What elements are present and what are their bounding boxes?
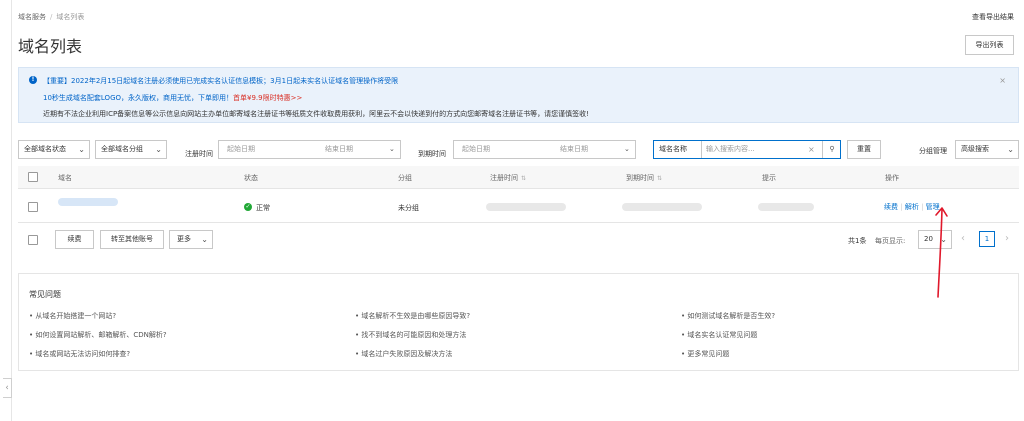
search-input[interactable]: 输入搜索内容... — [706, 141, 755, 158]
transfer-account-button[interactable]: 转至其他账号 — [100, 230, 164, 249]
notice-banner: ! 【重要】2022年2月15日起域名注册必须使用已完成实名认证信息模板；3月1… — [18, 67, 1019, 123]
select-all-checkbox[interactable] — [28, 172, 38, 182]
breadcrumb-current: 域名列表 — [56, 13, 85, 21]
advanced-search-select[interactable]: 高级搜索 ⌄ — [955, 140, 1019, 159]
notice-promo-text[interactable]: 10秒生成域名配套LOGO，永久版权，商用无忧，下单即用！首单¥9.9限时特惠>… — [43, 93, 302, 103]
col-hint: 提示 — [762, 174, 776, 182]
domain-name-redacted[interactable] — [58, 198, 118, 206]
reset-button[interactable]: 重置 — [847, 140, 881, 159]
chevron-down-icon: ⌄ — [78, 145, 85, 154]
chevron-down-icon: ⌄ — [1007, 145, 1014, 154]
search-type-select[interactable]: 域名名称 — [654, 141, 702, 158]
sort-icon[interactable]: ⇅ — [657, 175, 662, 182]
faq-item[interactable]: • 如何设置网站解析、邮箱解析、CDN解析? — [29, 330, 167, 340]
col-reg-time-label: 注册时间 — [490, 174, 518, 182]
breadcrumb-separator: / — [50, 13, 53, 21]
clear-icon[interactable]: × — [808, 141, 815, 158]
more-button[interactable]: 更多 ⌄ — [169, 230, 213, 249]
search-icon[interactable]: ⚲ — [822, 141, 841, 158]
reg-start-date[interactable]: 起始日期 — [227, 141, 255, 158]
page-title: 域名列表 — [18, 37, 83, 56]
group-text: 未分组 — [398, 204, 419, 212]
faq-item[interactable]: • 域名解析不生效是由哪些原因导致? — [355, 311, 470, 321]
col-reg-time[interactable]: 注册时间 ⇅ — [490, 173, 526, 183]
domain-group-select[interactable]: 全部域名分组 ⌄ — [95, 140, 167, 159]
bulk-select-checkbox[interactable] — [28, 235, 38, 245]
domain-status-value: 全部域名状态 — [24, 145, 66, 153]
chevron-down-icon: ⌄ — [201, 235, 208, 244]
breadcrumb: 域名服务 / 域名列表 — [18, 12, 84, 22]
notice-promo-prefix[interactable]: 10秒生成域名配套LOGO，永久版权，商用无忧，下单即用！ — [43, 94, 233, 102]
page-1-button[interactable]: 1 — [979, 231, 995, 247]
close-icon[interactable]: × — [999, 76, 1006, 85]
search-box: 域名名称 输入搜索内容... × ⚲ — [653, 140, 841, 159]
faq-title: 常见问题 — [29, 290, 61, 299]
reg-end-date[interactable]: 结束日期 — [325, 141, 353, 158]
faq-item[interactable]: • 更多常见问题 — [681, 349, 729, 359]
table-header: 域名 状态 分组 注册时间 ⇅ 到期时间 ⇅ 提示 操作 — [18, 166, 1019, 189]
col-exp-time-label: 到期时间 — [626, 174, 654, 182]
advanced-search-label: 高级搜索 — [961, 145, 989, 153]
col-exp-time[interactable]: 到期时间 ⇅ — [626, 173, 662, 183]
exp-date-range[interactable]: 起始日期 结束日期 ⌄ — [453, 140, 636, 159]
bulk-renew-button[interactable]: 续费 — [55, 230, 94, 249]
view-export-results-link[interactable]: 查看导出结果 — [972, 12, 1014, 22]
total-count: 共1条 — [848, 237, 867, 245]
exp-end-date[interactable]: 结束日期 — [560, 141, 588, 158]
group-manage-link[interactable]: 分组管理 — [919, 146, 947, 156]
reg-time-redacted — [486, 203, 566, 211]
row-checkbox[interactable] — [28, 202, 38, 212]
faq-item[interactable]: • 找不到域名的可能原因和处理方法 — [355, 330, 466, 340]
renew-link[interactable]: 续费 — [884, 203, 898, 211]
dns-link[interactable]: 解析 — [905, 203, 919, 211]
faq-item[interactable]: • 域名实名认证常见问题 — [681, 330, 757, 340]
chevron-down-icon: ⌄ — [155, 145, 162, 154]
chevron-down-icon: ⌄ — [389, 145, 395, 153]
domain-group-value: 全部域名分组 — [101, 145, 143, 153]
info-icon: ! — [29, 76, 37, 84]
domain-status-select[interactable]: 全部域名状态 ⌄ — [18, 140, 90, 159]
exp-time-label: 到期时间 — [418, 150, 446, 158]
notice-warning-text: 近期有不法企业利用ICP备案信息等公示信息向网站主办单位邮寄域名注册证书等纸质文… — [43, 110, 589, 118]
hint-redacted — [758, 203, 814, 211]
collapse-sidebar-button[interactable]: ‹ — [3, 378, 12, 398]
notice-promo-highlight[interactable]: 首单¥9.9限时特惠>> — [233, 94, 302, 102]
exp-start-date[interactable]: 起始日期 — [462, 141, 490, 158]
status-text: 正常 — [256, 204, 270, 212]
chevron-down-icon: ⌄ — [624, 145, 630, 153]
reg-date-range[interactable]: 起始日期 结束日期 ⌄ — [218, 140, 401, 159]
per-page-label: 每页显示: — [875, 237, 906, 245]
faq-item[interactable]: • 域名过户失败原因及解决方法 — [355, 349, 452, 359]
faq-item[interactable]: • 从域名开始搭建一个网站? — [29, 311, 116, 321]
left-rail — [0, 0, 12, 421]
faq-item[interactable]: • 域名或网站无法访问如何排查? — [29, 349, 130, 359]
col-actions: 操作 — [885, 174, 899, 182]
faq-panel: 常见问题 • 从域名开始搭建一个网站? • 域名解析不生效是由哪些原因导致? •… — [18, 273, 1019, 371]
next-page-icon[interactable]: › — [1005, 233, 1009, 244]
faq-item[interactable]: • 如何测试域名解析是否生效? — [681, 311, 775, 321]
col-domain: 域名 — [58, 174, 72, 182]
more-label: 更多 — [177, 235, 191, 243]
notice-important-text[interactable]: 【重要】2022年2月15日起域名注册必须使用已完成实名认证信息模板；3月1日起… — [43, 76, 398, 86]
prev-page-icon[interactable]: ‹ — [961, 233, 965, 244]
exp-time-redacted — [622, 203, 702, 211]
breadcrumb-root[interactable]: 域名服务 — [18, 13, 46, 21]
export-list-button[interactable]: 导出列表 — [965, 35, 1014, 55]
col-group: 分组 — [398, 174, 412, 182]
sort-icon[interactable]: ⇅ — [521, 175, 526, 182]
annotation-arrow-icon — [935, 207, 948, 298]
check-icon: ✓ — [244, 203, 252, 211]
reg-time-label: 注册时间 — [185, 150, 213, 158]
table-row: ✓ 正常 未分组 续费 | 解析 | 管理 — [18, 190, 1019, 223]
col-status: 状态 — [244, 174, 258, 182]
